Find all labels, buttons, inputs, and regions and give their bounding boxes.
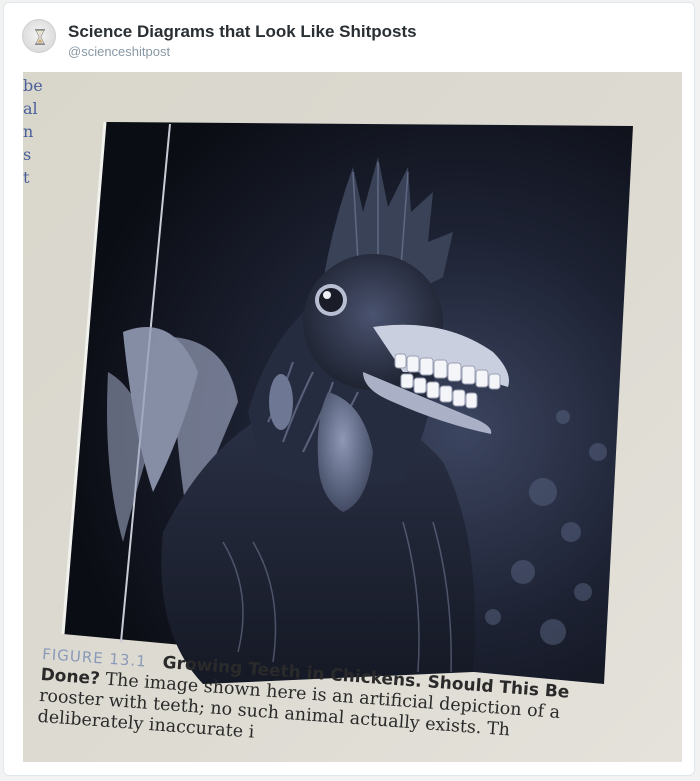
margin-fragment: n <box>23 122 34 141</box>
tweet-card: Science Diagrams that Look Like Shitpost… <box>3 2 695 776</box>
hourglass-avatar-icon <box>35 29 45 45</box>
post-image[interactable]: be al n s t FIGURE 13.1 Growing Teeth in … <box>23 72 682 762</box>
tweet-header: Science Diagrams that Look Like Shitpost… <box>4 3 694 71</box>
margin-fragment: s <box>23 145 32 164</box>
user-handle[interactable]: @scienceshitpost <box>68 44 170 59</box>
margin-fragment: al <box>23 99 38 118</box>
display-name[interactable]: Science Diagrams that Look Like Shitpost… <box>68 22 417 42</box>
margin-text-fragments: be al n s t <box>23 74 43 189</box>
margin-fragment: t <box>23 168 30 187</box>
avatar[interactable] <box>22 19 56 53</box>
margin-fragment: be <box>23 76 43 95</box>
